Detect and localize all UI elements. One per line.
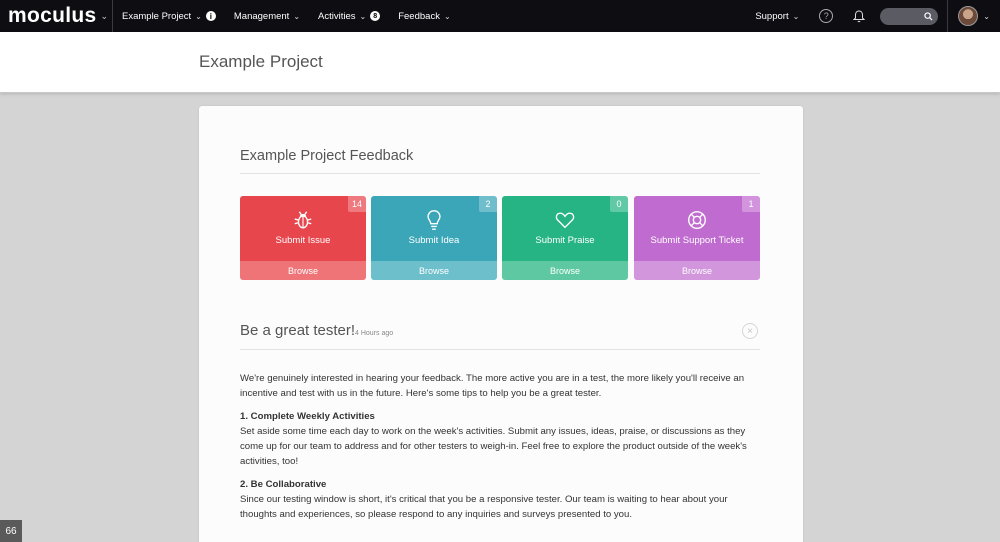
nav-item-activities[interactable]: Activities ⌄ 8 — [318, 10, 381, 22]
search-icon — [924, 11, 933, 21]
submit-idea-button[interactable]: Submit Idea 2 — [371, 196, 497, 261]
feedback-heading: Example Project Feedback — [240, 148, 414, 164]
chevron-down-icon[interactable]: ⌄ — [983, 12, 990, 21]
chevron-down-icon: ⌄ — [100, 10, 108, 21]
chevron-down-icon: ⌄ — [443, 11, 451, 21]
info-icon[interactable]: i — [205, 11, 216, 21]
bug-icon — [294, 211, 312, 229]
submit-support-ticket-tile: Submit Support Ticket 1 Browse — [634, 196, 760, 280]
nav-item-project[interactable]: Example Project ⌄ i — [122, 11, 216, 22]
top-nav: moculus ⌄ Example Project ⌄ i Management… — [0, 0, 1000, 32]
close-icon[interactable]: × — [742, 323, 758, 339]
nav-item-label: Example Project — [122, 10, 192, 22]
avatar[interactable] — [958, 6, 979, 26]
brand-menu[interactable]: moculus ⌄ — [0, 0, 113, 32]
tile-count-badge: 14 — [347, 196, 366, 212]
nav-item-label: Management — [233, 10, 290, 22]
tile-count-badge: 0 — [610, 196, 628, 212]
section-heading: 2. Be Collaborative — [240, 479, 327, 490]
chevron-down-icon: ⌄ — [792, 11, 800, 21]
submit-issue-button[interactable]: Submit Issue 14 — [240, 196, 366, 261]
question-circle-icon[interactable]: ? — [819, 9, 834, 23]
browse-support-tickets-button[interactable]: Browse — [634, 261, 760, 280]
lightbulb-icon — [427, 210, 441, 230]
nav-item-label: Feedback — [398, 10, 440, 22]
submit-support-ticket-button[interactable]: Submit Support Ticket 1 — [634, 196, 760, 261]
search-input[interactable] — [880, 7, 939, 25]
tile-label: Submit Praise — [535, 235, 595, 246]
submit-praise-button[interactable]: Submit Praise 0 — [502, 196, 628, 261]
nav-item-label: Activities — [318, 10, 356, 22]
browse-issues-button[interactable]: Browse — [240, 261, 366, 280]
heart-icon — [555, 212, 575, 229]
post-title: Be a great tester! — [240, 322, 356, 339]
submit-praise-tile: Submit Praise 0 Browse — [502, 196, 628, 280]
lifebuoy-icon — [688, 211, 706, 229]
bell-icon[interactable] — [852, 9, 866, 23]
page-header: Example Project — [0, 32, 1000, 93]
submit-issue-tile: Submit Issue 14 Browse — [240, 196, 366, 280]
nav-item-management[interactable]: Management ⌄ — [234, 11, 300, 22]
submit-idea-tile: Submit Idea 2 Browse — [371, 196, 497, 280]
chevron-down-icon: ⌄ — [359, 11, 367, 21]
tile-count-badge: 2 — [479, 196, 497, 212]
tile-label: Submit Idea — [408, 235, 460, 246]
nav-item-feedback[interactable]: Feedback ⌄ — [398, 11, 450, 22]
support-menu[interactable]: Support ⌄ — [755, 11, 799, 22]
corner-badge[interactable]: 66 — [0, 520, 22, 542]
nav-right-group: Support ⌄ ? ⌄ — [746, 0, 1000, 32]
post-section: 1. Complete Weekly Activities Set aside … — [240, 409, 765, 469]
activities-count-badge: 8 — [370, 11, 381, 21]
brand-logo: moculus — [8, 4, 97, 27]
support-label: Support — [755, 10, 789, 22]
post-section: 2. Be Collaborative Since our testing wi… — [240, 477, 765, 522]
post-body: We're genuinely interested in hearing yo… — [240, 371, 765, 530]
browse-praise-button[interactable]: Browse — [502, 261, 628, 280]
chevron-down-icon: ⌄ — [195, 11, 202, 21]
section-heading: 1. Complete Weekly Activities — [240, 411, 375, 422]
browse-ideas-button[interactable]: Browse — [371, 261, 497, 280]
feedback-tiles: Submit Issue 14 Browse Submit Idea 2 Bro… — [240, 196, 760, 280]
divider — [240, 173, 760, 174]
chevron-down-icon: ⌄ — [293, 11, 301, 21]
divider — [240, 349, 760, 350]
feedback-card: Example Project Feedback Submit Issue 14… — [199, 106, 803, 542]
post-intro: We're genuinely interested in hearing yo… — [240, 373, 745, 399]
tile-label: Submit Support Ticket — [650, 235, 744, 246]
page-title: Example Project — [199, 52, 323, 71]
post-timestamp: 4 Hours ago — [355, 330, 394, 337]
section-text: Set aside some time each day to work on … — [240, 426, 747, 467]
divider — [947, 0, 949, 32]
tile-count-badge: 1 — [742, 196, 760, 212]
tile-label: Submit Issue — [275, 235, 331, 246]
section-text: Since our testing window is short, it's … — [240, 494, 728, 520]
